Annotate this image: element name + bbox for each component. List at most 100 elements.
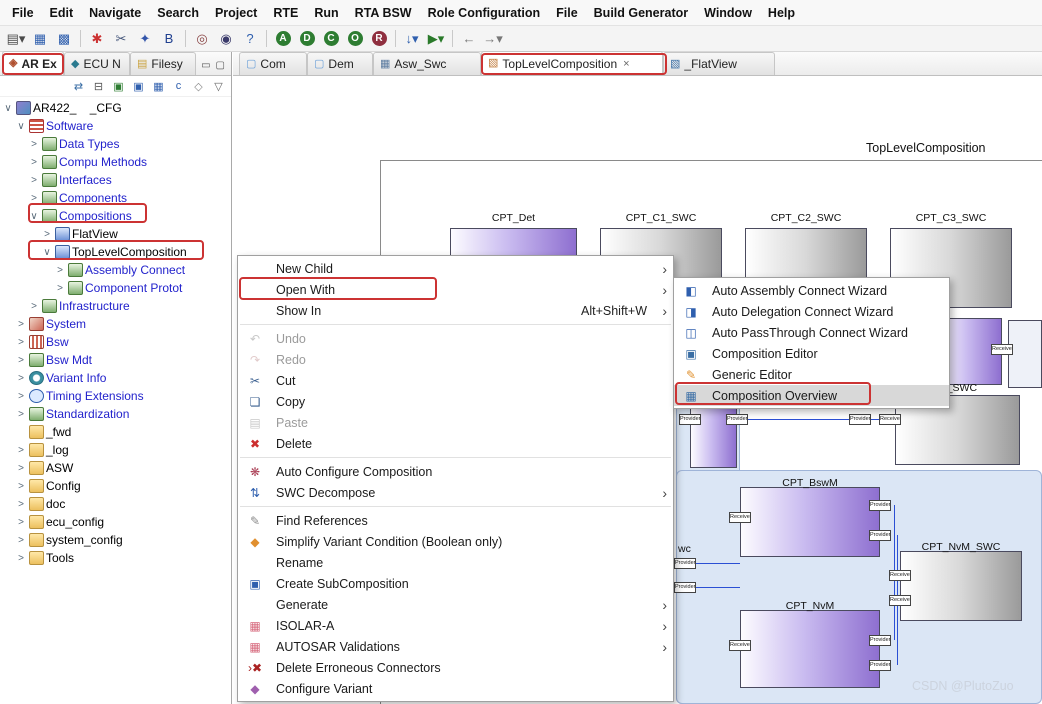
expand-arrow-icon[interactable] xyxy=(15,445,27,456)
tree-item[interactable]: _log xyxy=(0,441,231,459)
tree-item[interactable]: Compositions xyxy=(0,207,231,225)
expand-arrow-icon[interactable] xyxy=(41,247,53,258)
expand-arrow-icon[interactable] xyxy=(28,157,40,168)
receiver-port[interactable]: Receiver xyxy=(729,640,751,651)
tree-item[interactable]: _fwd xyxy=(0,423,231,441)
provider-port[interactable]: Provider xyxy=(679,414,701,425)
expand-arrow-icon[interactable] xyxy=(15,481,27,492)
context-menu-item[interactable]: › xyxy=(240,506,671,507)
expand-arrow-icon[interactable] xyxy=(15,553,27,564)
editor-tab[interactable]: ▦ Asw_Swc × xyxy=(373,52,481,75)
maximize-panel-icon[interactable]: ▢ xyxy=(216,60,225,71)
toolbar-button[interactable] xyxy=(80,30,81,47)
editor-tab[interactable]: ▧ _FlatView × xyxy=(663,52,775,75)
context-menu-item[interactable]: › xyxy=(240,457,671,458)
isolar-o-button[interactable]: O xyxy=(344,29,366,49)
context-menu-item[interactable]: Open With › xyxy=(238,279,673,300)
table-view-button[interactable]: ▦ xyxy=(150,78,167,94)
receiver-port[interactable]: Receiver xyxy=(879,414,901,425)
search-references-button[interactable]: ◎ xyxy=(191,29,213,49)
help-button[interactable]: ? xyxy=(239,29,261,49)
context-menu-item[interactable]: Rename › xyxy=(238,552,673,573)
expand-arrow-icon[interactable] xyxy=(41,229,53,240)
expand-arrow-icon[interactable] xyxy=(28,211,40,222)
expand-arrow-icon[interactable] xyxy=(15,337,27,348)
tree-item[interactable]: Variant Info xyxy=(0,369,231,387)
context-menu-item[interactable]: New Child › xyxy=(238,258,673,279)
expand-arrow-icon[interactable] xyxy=(15,391,27,402)
menu-bar-item[interactable]: File xyxy=(548,2,586,24)
context-menu-item[interactable]: ▤ Paste › xyxy=(238,412,673,433)
context-menu-item[interactable]: ↶ Undo › xyxy=(238,328,673,349)
context-menu-item[interactable]: ✖ Delete › xyxy=(238,433,673,454)
context-menu-item[interactable]: ❋ Auto Configure Composition › xyxy=(238,461,673,482)
context-menu-item[interactable]: ▦ ISOLAR-A › xyxy=(238,615,673,636)
expand-arrow-icon[interactable] xyxy=(15,409,27,420)
save-all-button[interactable]: ▩ xyxy=(53,29,75,49)
tree-item[interactable]: Config xyxy=(0,477,231,495)
tree-item[interactable]: Assembly Connect xyxy=(0,261,231,279)
tree-item[interactable]: Components xyxy=(0,189,231,207)
tree-item[interactable]: doc xyxy=(0,495,231,513)
submenu-item[interactable]: ◫ Auto PassThrough Connect Wizard › xyxy=(674,322,949,343)
context-menu-item[interactable]: Generate › xyxy=(238,594,673,615)
tree-item[interactable]: Compu Methods xyxy=(0,153,231,171)
context-menu-item[interactable]: ▣ Create SubComposition › xyxy=(238,573,673,594)
tree-item[interactable]: Standardization xyxy=(0,405,231,423)
isolar-a-button[interactable]: A xyxy=(272,29,294,49)
provider-port[interactable]: Provider xyxy=(869,635,891,646)
menu-bar-item[interactable]: RTE xyxy=(265,2,306,24)
receiver-port[interactable]: Receiver xyxy=(991,344,1013,355)
toolbar-button[interactable] xyxy=(185,30,186,47)
expand-arrow-icon[interactable] xyxy=(28,193,40,204)
tree-item[interactable]: Data Types xyxy=(0,135,231,153)
rte-generator-button[interactable]: R xyxy=(368,29,390,49)
blueprint-b-button[interactable]: B xyxy=(158,29,180,49)
variant-filter-button[interactable]: ◇ xyxy=(190,78,207,94)
provider-port[interactable]: Provider xyxy=(726,414,748,425)
menu-bar-item[interactable]: Navigate xyxy=(81,2,149,24)
toolbar-button[interactable] xyxy=(452,30,453,47)
menu-bar-item[interactable]: RTA BSW xyxy=(347,2,420,24)
component-block-partial[interactable] xyxy=(1008,320,1042,388)
receiver-port[interactable]: Receiver xyxy=(889,595,911,606)
tree-item[interactable]: Timing Extensions xyxy=(0,387,231,405)
menu-bar-item[interactable]: Search xyxy=(149,2,207,24)
provider-port[interactable]: Provider xyxy=(869,530,891,541)
provider-port[interactable]: Provider xyxy=(849,414,871,425)
minimize-panel-icon[interactable]: ▭ xyxy=(201,60,210,71)
expand-arrow-icon[interactable] xyxy=(15,517,27,528)
tree-item[interactable]: AR422_ _CFG xyxy=(0,99,231,117)
view-menu-button[interactable]: ▽ xyxy=(210,78,227,94)
context-menu-item[interactable]: ▦ AUTOSAR Validations › xyxy=(238,636,673,657)
submenu-item[interactable]: ◨ Auto Delegation Connect Wizard › xyxy=(674,301,949,322)
validate-button[interactable]: ✱ xyxy=(86,29,108,49)
expand-arrow-icon[interactable] xyxy=(15,355,27,366)
context-menu-item[interactable]: › xyxy=(240,324,671,325)
submenu-item[interactable]: ▣ Composition Editor › xyxy=(674,343,949,364)
provider-port[interactable]: Provider xyxy=(674,582,696,593)
tree-item[interactable]: Component Protot xyxy=(0,279,231,297)
tree-item[interactable]: Tools xyxy=(0,549,231,567)
menu-bar-item[interactable]: Project xyxy=(207,2,265,24)
explorer-tab[interactable]: ▤ Filesy × xyxy=(130,52,196,75)
editor-tab[interactable]: ▢ Com × xyxy=(239,52,307,75)
context-menu-item[interactable]: ↷ Redo › xyxy=(238,349,673,370)
expand-arrow-icon[interactable] xyxy=(15,535,27,546)
context-menu-item[interactable]: ◆ Simplify Variant Condition (Boolean on… xyxy=(238,531,673,552)
tree-item[interactable]: ASW xyxy=(0,459,231,477)
expand-arrow-icon[interactable] xyxy=(15,319,27,330)
build-dropdown-button[interactable]: ▶▾ xyxy=(425,29,447,49)
toolbar-button[interactable] xyxy=(395,30,396,47)
menu-bar-item[interactable]: File xyxy=(4,2,42,24)
tree-item[interactable]: ecu_config xyxy=(0,513,231,531)
editor-tab[interactable]: ▢ Dem × xyxy=(307,52,373,75)
composition-filter-button[interactable]: ▣ xyxy=(130,78,147,94)
menu-bar-item[interactable]: Window xyxy=(696,2,760,24)
expand-arrow-icon[interactable] xyxy=(2,103,14,114)
tree-item[interactable]: System xyxy=(0,315,231,333)
context-menu-item[interactable]: ◆ Configure Variant › xyxy=(238,678,673,699)
isolar-c-button[interactable]: C xyxy=(320,29,342,49)
tree-item[interactable]: Interfaces xyxy=(0,171,231,189)
expand-arrow-icon[interactable] xyxy=(28,139,40,150)
